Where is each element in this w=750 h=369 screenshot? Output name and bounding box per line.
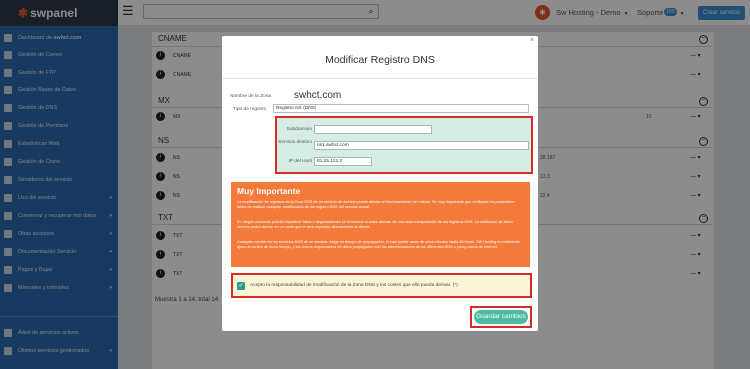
accept-checkbox[interactable]: ✓ xyxy=(237,282,245,290)
accept-responsibility-box: ✓ Acepto la responsabilidad de modificac… xyxy=(231,273,532,298)
close-icon[interactable]: × xyxy=(530,37,534,44)
record-type-label: Tipo de registro xyxy=(233,107,267,112)
warning-paragraph-1: La modificación de registros de la Zona … xyxy=(237,200,515,210)
host-ip-label: IP del Host xyxy=(288,159,312,164)
zone-name-value: swhct.com xyxy=(294,90,342,101)
warning-title: Muy Importante xyxy=(237,186,301,196)
service-destination-input[interactable]: ns1.swhct.com xyxy=(314,141,529,150)
subdomain-input[interactable] xyxy=(314,125,432,134)
host-ip-input[interactable]: 81.25.112.3 xyxy=(314,157,372,166)
warning-paragraph-2: En ningún momento podrán imputarse fallo… xyxy=(237,220,513,230)
save-changes-button[interactable]: Guardar cambios xyxy=(474,310,528,324)
dialog-divider xyxy=(222,78,538,79)
save-button-highlight: Guardar cambios xyxy=(470,306,532,328)
warning-paragraph-3: Cualquier cambio en los servicios DNS de… xyxy=(237,240,521,250)
modify-dns-record-dialog: × Modificar Registro DNS Nombre de la Zo… xyxy=(222,36,538,331)
accept-label: Acepto la responsabilidad de modificació… xyxy=(250,283,458,288)
service-destination-label: Servicio destino xyxy=(278,140,312,145)
dns-record-fields: Subdominio Servicio destino ns1.swhct.co… xyxy=(275,116,533,174)
dialog-title: Modificar Registro DNS xyxy=(325,54,435,66)
warning-box: Muy Importante La modificación de regist… xyxy=(231,182,530,267)
zone-name-label: Nombre de la Zona xyxy=(230,94,272,99)
subdomain-label: Subdominio xyxy=(286,127,312,132)
record-type-select[interactable]: Registro NS (DNS) xyxy=(273,104,529,113)
